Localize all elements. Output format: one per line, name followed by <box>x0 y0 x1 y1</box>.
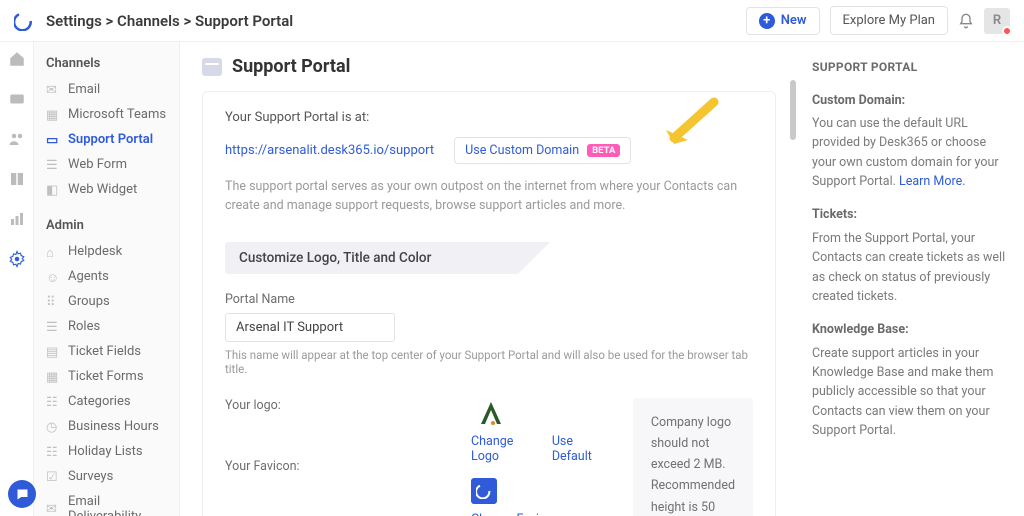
bell-icon[interactable] <box>958 13 974 29</box>
sidebar-item-support-portal[interactable]: ▭Support Portal <box>34 127 179 152</box>
page-header: Support Portal <box>180 42 798 91</box>
kb-icon[interactable] <box>8 170 26 188</box>
hint-logo-size: Company logo should not exceed 2 MB. Rec… <box>651 412 735 516</box>
sidebar-item-label: Web Form <box>68 157 127 172</box>
learn-more-link[interactable]: Learn More. <box>899 174 966 189</box>
sidebar-item-teams[interactable]: ▦Microsoft Teams <box>34 102 179 127</box>
sidebar-item-email-deliverability[interactable]: ✉Email Deliverability <box>34 489 179 516</box>
section-header: Customize Logo, Title and Color <box>225 242 753 274</box>
sidebar-item-email[interactable]: ✉Email <box>34 77 179 102</box>
sidebar-item-groups[interactable]: ⠿Groups <box>34 289 179 314</box>
custom-domain-button[interactable]: Use Custom Domain BETA <box>454 137 631 164</box>
scrollbar[interactable] <box>790 80 796 140</box>
topbar: Settings > Channels > Support Portal + N… <box>0 0 1024 42</box>
help-tickets-title: Tickets: <box>812 205 1010 224</box>
sidebar-item-label: Categories <box>68 394 131 409</box>
settings-card: Your Support Portal is at: https://arsen… <box>202 91 776 516</box>
help-custom-domain-title: Custom Domain: <box>812 91 1010 110</box>
plus-icon: + <box>759 13 775 29</box>
page-title: Support Portal <box>232 56 350 77</box>
use-default-link[interactable]: Use Default <box>552 434 607 464</box>
sidebar-item-business-hours[interactable]: ◷Business Hours <box>34 414 179 439</box>
beta-badge: BETA <box>587 144 620 157</box>
sidebar-item-label: Support Portal <box>68 132 153 147</box>
sidebar-item-surveys[interactable]: ☑Surveys <box>34 464 179 489</box>
sidebar-item-label: Ticket Forms <box>68 369 144 384</box>
portal-name-input[interactable] <box>225 313 395 342</box>
avatar[interactable]: R <box>984 8 1010 34</box>
settings-icon[interactable] <box>8 250 26 268</box>
portal-name-help: This name will appear at the top center … <box>225 348 753 376</box>
sidebar-item-label: Web Widget <box>68 182 137 197</box>
sidebar-item-label: Business Hours <box>68 419 159 434</box>
current-logo <box>471 398 511 428</box>
your-logo-label: Your logo: <box>225 398 445 413</box>
help-kb-title: Knowledge Base: <box>812 320 1010 339</box>
sidebar-item-categories[interactable]: ☷Categories <box>34 389 179 414</box>
chat-fab[interactable] <box>8 480 36 508</box>
change-logo-link[interactable]: Change Logo <box>471 434 534 464</box>
custom-domain-label: Use Custom Domain <box>465 143 579 158</box>
portal-icon <box>202 58 222 76</box>
sidebar-item-label: Groups <box>68 294 110 309</box>
group-admin: Admin <box>34 212 179 239</box>
sidebar-item-ticket-forms[interactable]: ▦Ticket Forms <box>34 364 179 389</box>
current-favicon <box>471 478 497 504</box>
sidebar-item-ticket-fields[interactable]: ▤Ticket Fields <box>34 339 179 364</box>
sidebar-item-label: Helpdesk <box>68 244 122 259</box>
help-tickets-body: From the Support Portal, your Contacts c… <box>812 229 1010 307</box>
sidebar-item-label: Surveys <box>68 469 113 484</box>
help-panel-title: SUPPORT PORTAL <box>812 58 1010 77</box>
section-title: Customize Logo, Title and Color <box>239 250 739 266</box>
settings-sidebar: Channels ✉Email ▦Microsoft Teams ▭Suppor… <box>34 42 180 516</box>
help-panel: SUPPORT PORTAL Custom Domain: You can us… <box>798 42 1024 516</box>
sidebar-item-label: Email Deliverability <box>68 494 167 516</box>
new-button[interactable]: + New <box>746 7 820 35</box>
sidebar-item-agents[interactable]: ☺Agents <box>34 264 179 289</box>
status-dot <box>1002 26 1012 36</box>
sidebar-item-label: Roles <box>68 319 100 334</box>
avatar-initial: R <box>993 13 1001 28</box>
sidebar-item-label: Holiday Lists <box>68 444 143 459</box>
explore-plan-button[interactable]: Explore My Plan <box>830 6 948 35</box>
portal-help-text: The support portal serves as your own ou… <box>225 178 753 216</box>
your-favicon-label: Your Favicon: <box>225 459 445 474</box>
sidebar-item-holiday-lists[interactable]: ☷Holiday Lists <box>34 439 179 464</box>
group-channels: Channels <box>34 50 179 77</box>
app-logo <box>14 11 34 31</box>
upload-hints: Company logo should not exceed 2 MB. Rec… <box>633 398 753 516</box>
sidebar-item-label: Microsoft Teams <box>68 107 166 122</box>
sidebar-item-label: Ticket Fields <box>68 344 141 359</box>
reports-icon[interactable] <box>8 210 26 228</box>
new-button-label: New <box>781 13 807 28</box>
icon-rail <box>0 42 34 516</box>
home-icon[interactable] <box>8 50 26 68</box>
change-favicon-link[interactable]: Change Favicon <box>471 512 560 516</box>
portal-url-link[interactable]: https://arsenalit.desk365.io/support <box>225 143 434 158</box>
help-custom-domain-body: You can use the default URL provided by … <box>812 114 1010 192</box>
sidebar-item-label: Agents <box>68 269 109 284</box>
portal-name-label: Portal Name <box>225 292 753 307</box>
sidebar-item-web-widget[interactable]: ◧Web Widget <box>34 177 179 202</box>
ticket-icon[interactable] <box>8 90 26 108</box>
portal-intro: Your Support Portal is at: <box>225 110 753 125</box>
sidebar-item-web-form[interactable]: ☰Web Form <box>34 152 179 177</box>
sidebar-item-helpdesk[interactable]: ⌂Helpdesk <box>34 239 179 264</box>
breadcrumb: Settings > Channels > Support Portal <box>46 12 293 30</box>
sidebar-item-roles[interactable]: ☰Roles <box>34 314 179 339</box>
help-kb-body: Create support articles in your Knowledg… <box>812 344 1010 441</box>
contacts-icon[interactable] <box>8 130 26 148</box>
sidebar-item-label: Email <box>68 82 100 97</box>
